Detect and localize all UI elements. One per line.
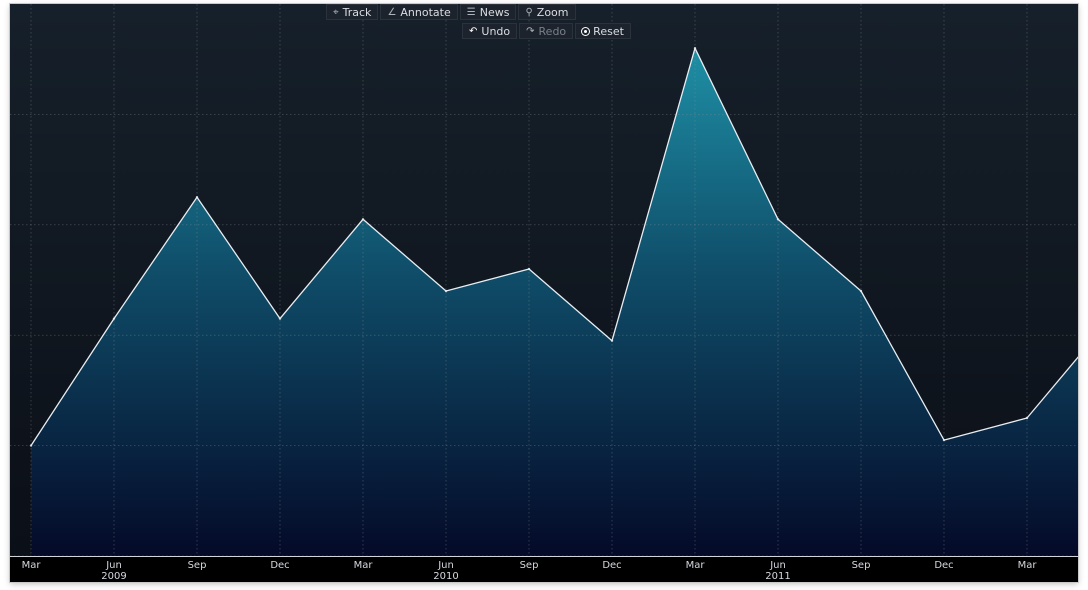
x-tick-label: Dec: [270, 560, 289, 571]
undo-label: Undo: [481, 24, 511, 38]
data-point: [610, 339, 614, 342]
redo-arrow-icon: ↷: [526, 25, 535, 37]
data-point: [361, 218, 365, 221]
x-tick-label: Sep: [520, 560, 539, 571]
undo-button[interactable]: ↶ Undo: [462, 23, 518, 39]
magnifier-icon: ⚲: [525, 6, 533, 18]
news-icon: ☰: [466, 6, 476, 18]
x-tick-label: Mar: [1018, 560, 1038, 571]
data-point: [444, 289, 448, 293]
track-label: Track: [342, 5, 372, 19]
x-tick-label: Dec: [934, 560, 953, 571]
history-toolbar: ↶ Undo ↷ Redo Reset: [462, 23, 631, 39]
redo-label: Redo: [538, 24, 567, 38]
pencil-icon: ∠: [387, 6, 397, 18]
annotate-label: Annotate: [400, 5, 451, 19]
x-tick-label: Dec: [602, 560, 621, 571]
area-chart: Mar Jun Sep Dec Mar Jun Sep Dec Mar Jun Sep Dec Mar 2…: [10, 4, 1078, 582]
data-point: [942, 438, 946, 442]
data-point: [776, 218, 780, 221]
undo-arrow-icon: ↶: [469, 25, 478, 37]
annotate-button[interactable]: ∠ Annotate: [380, 4, 458, 20]
x-tick-label: Sep: [852, 560, 871, 571]
reset-icon: [582, 27, 590, 35]
x-axis-bar: [10, 556, 1078, 582]
data-point: [859, 289, 863, 293]
x-tick-label: Mar: [686, 560, 706, 571]
zoom-label: Zoom: [536, 5, 569, 19]
data-point: [29, 444, 33, 447]
news-label: News: [479, 5, 510, 19]
track-button[interactable]: ⌖ Track: [326, 4, 379, 20]
x-tick-label: Jun: [105, 560, 122, 571]
news-button[interactable]: ☰ News: [459, 4, 517, 20]
data-point: [527, 267, 531, 271]
x-tick-label: Mar: [354, 560, 374, 571]
data-point: [112, 317, 116, 320]
x-tick-label: Mar: [22, 560, 42, 571]
reset-label: Reset: [593, 24, 624, 38]
crosshair-icon: ⌖: [333, 6, 339, 18]
zoom-button[interactable]: ⚲ Zoom: [518, 4, 576, 20]
x-tick-label: Jun: [769, 560, 786, 571]
data-point: [1025, 416, 1029, 420]
x-year-label: 2011: [765, 571, 790, 582]
redo-button[interactable]: ↷ Redo: [519, 23, 574, 39]
x-year-label: 2009: [101, 571, 126, 582]
chart-frame: Mar Jun Sep Dec Mar Jun Sep Dec Mar Jun Sep Dec Mar 2…: [10, 4, 1078, 582]
chart-toolbar: ⌖ Track ∠ Annotate ☰ News ⚲ Zoom: [326, 4, 576, 20]
data-point: [278, 317, 282, 320]
data-point: [693, 46, 697, 50]
reset-button[interactable]: Reset: [575, 23, 631, 39]
x-tick-label: Sep: [188, 560, 207, 571]
x-year-label: 2010: [433, 571, 458, 582]
x-tick-label: Jun: [437, 560, 454, 571]
data-point: [195, 196, 199, 199]
